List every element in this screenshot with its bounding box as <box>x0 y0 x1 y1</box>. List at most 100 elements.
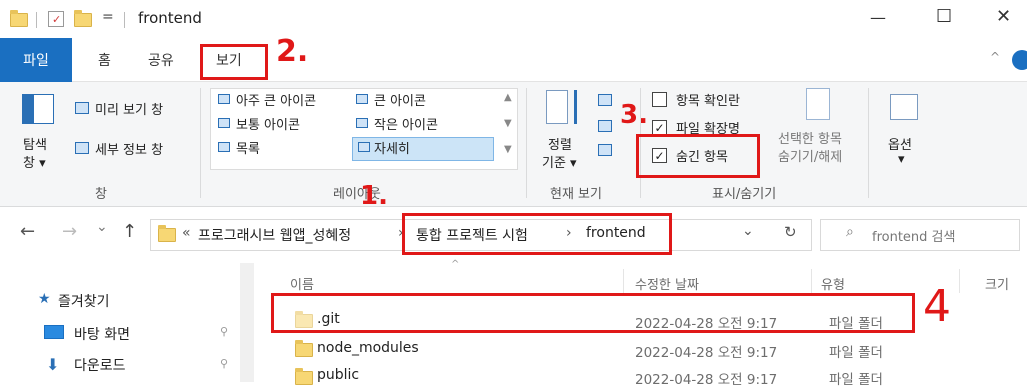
annotation-box-4 <box>271 293 915 333</box>
maximize-button[interactable]: ☐ <box>936 6 952 27</box>
sort-by-dropdown[interactable]: 기준 ▾ <box>542 152 577 171</box>
tab-home[interactable]: 홈 <box>98 38 111 82</box>
gallery-scroll-down-icon[interactable]: ▼ <box>504 118 512 129</box>
file-extensions-checkbox[interactable]: ✓ <box>652 120 667 135</box>
nav-item-desktop[interactable]: 바탕 화면 <box>74 324 130 344</box>
preview-pane-button[interactable]: 미리 보기 창 <box>95 99 163 118</box>
folder-icon <box>158 225 176 242</box>
annotation-label-3: 3. <box>620 100 648 130</box>
layout-details[interactable]: 자세히 <box>374 138 410 157</box>
medium-icons-icon <box>218 118 230 128</box>
back-button[interactable]: ← <box>20 221 35 242</box>
options-button[interactable]: 옵션 <box>888 134 912 153</box>
hide-selected-items-icon[interactable] <box>806 88 830 120</box>
sort-by-label[interactable]: 정렬 <box>548 134 572 153</box>
gallery-scroll-up-icon[interactable]: ▲ <box>504 92 512 103</box>
pin-icon[interactable]: ⚲ <box>220 357 228 370</box>
sort-by-icon[interactable] <box>546 90 568 124</box>
list-icon <box>218 142 230 152</box>
nav-item-downloads[interactable]: 다운로드 <box>74 355 126 375</box>
recent-locations-button[interactable]: ⌄ <box>96 219 108 235</box>
ribbon-tabs: 파일 홈 공유 보기 2. ^ <box>0 34 1027 82</box>
item-checkboxes-label[interactable]: 항목 확인란 <box>676 90 740 109</box>
up-button[interactable]: ↑ <box>122 221 137 242</box>
new-folder-icon[interactable] <box>74 10 92 27</box>
folder-icon <box>295 340 313 357</box>
divider <box>200 88 201 198</box>
annotation-box-2 <box>200 44 268 80</box>
details-icon <box>358 142 370 152</box>
layout-medium-icons[interactable]: 보통 아이콘 <box>236 114 300 133</box>
navigation-pane-label[interactable]: 탐색 <box>23 134 47 153</box>
hide-selected-items-label-2[interactable]: 숨기기/해제 <box>778 146 842 165</box>
annotation-label-1: 1. <box>360 181 388 211</box>
close-button[interactable]: ✕ <box>996 6 1011 27</box>
annotation-box-3 <box>636 134 760 178</box>
navigation-pane-icon[interactable] <box>22 94 54 124</box>
layout-extra-large-icons[interactable]: 아주 큰 아이콘 <box>236 90 316 109</box>
help-icon[interactable] <box>1012 50 1027 70</box>
tab-share[interactable]: 공유 <box>148 38 174 82</box>
group-by-icon[interactable] <box>598 94 612 106</box>
annotation-box-1 <box>402 213 672 255</box>
options-dropdown-icon[interactable]: ▾ <box>898 152 905 167</box>
divider <box>526 88 527 198</box>
item-checkboxes-checkbox[interactable] <box>652 92 667 107</box>
breadcrumb-item-1[interactable]: 프로그래시브 웹앱_성혜정 <box>198 225 351 245</box>
ribbon: 탐색 창 ▾ 미리 보기 창 세부 정보 창 창 아주 큰 아이콘 큰 아이콘 … <box>0 82 1027 207</box>
large-icons-icon <box>356 94 368 104</box>
gallery-expand-icon[interactable]: ▼ <box>504 144 512 155</box>
preview-pane-icon <box>75 102 89 114</box>
layout-small-icons[interactable]: 작은 아이콘 <box>374 114 438 133</box>
folder-icon <box>295 368 313 385</box>
nav-item-favorites[interactable]: 즐겨찾기 <box>58 291 110 311</box>
folder-icon <box>10 10 28 27</box>
layout-large-icons[interactable]: 큰 아이콘 <box>374 90 426 109</box>
star-icon: ★ <box>38 291 51 307</box>
navigation-pane-dropdown[interactable]: 창 ▾ <box>23 152 46 171</box>
layout-list[interactable]: 목록 <box>236 138 260 157</box>
divider <box>623 269 624 293</box>
column-header-size[interactable]: 크기 <box>985 274 1009 293</box>
address-dropdown-button[interactable]: ⌄ <box>742 223 754 239</box>
search-icon: ⌕ <box>846 224 854 240</box>
show-hide-group-label: 표시/숨기기 <box>712 187 777 202</box>
annotation-label-4: 4 <box>923 281 951 332</box>
nav-scrollbar[interactable] <box>240 263 254 382</box>
file-date: 2022-04-28 오전 9:17 <box>635 372 778 388</box>
properties-icon[interactable]: ✓ <box>48 11 64 27</box>
divider <box>811 269 812 293</box>
extra-large-icons-icon <box>218 94 230 104</box>
search-placeholder[interactable]: frontend 검색 <box>872 226 955 245</box>
divider <box>36 12 37 28</box>
tab-file[interactable]: 파일 <box>0 38 72 82</box>
ribbon-collapse-icon[interactable]: ^ <box>990 50 1000 64</box>
size-columns-icon[interactable] <box>598 144 612 156</box>
file-name[interactable]: node_modules <box>317 340 419 356</box>
breadcrumb-overflow[interactable]: « <box>182 225 191 241</box>
column-header-date[interactable]: 수정한 날짜 <box>635 274 699 293</box>
annotation-label-2: 2. <box>276 34 309 69</box>
title-bar: ✓ = frontend — ☐ ✕ <box>0 0 1027 38</box>
minimize-button[interactable]: — <box>870 8 886 27</box>
sort-indicator-icon: ^ <box>451 259 460 270</box>
forward-button[interactable]: → <box>62 221 77 242</box>
download-icon: ⬇ <box>46 355 60 374</box>
column-header-name[interactable]: 이름 <box>290 274 314 293</box>
options-icon[interactable] <box>890 94 918 120</box>
refresh-button[interactable]: ↻ <box>784 223 797 241</box>
small-icons-icon <box>356 118 368 128</box>
column-header-type[interactable]: 유형 <box>821 274 845 293</box>
pin-icon[interactable]: ⚲ <box>220 325 228 338</box>
quick-access-customize-icon[interactable]: = <box>102 9 114 25</box>
hide-selected-items-label[interactable]: 선택한 항목 <box>778 128 842 147</box>
table-row[interactable] <box>285 363 905 382</box>
file-list: ^ 이름 수정한 날짜 유형 크기 .git 2022-04-28 오전 9:1… <box>255 259 1027 388</box>
file-name[interactable]: public <box>317 367 359 383</box>
add-columns-icon[interactable] <box>598 120 612 132</box>
file-type: 파일 폴더 <box>829 345 883 361</box>
details-pane-button[interactable]: 세부 정보 창 <box>95 139 163 158</box>
file-date: 2022-04-28 오전 9:17 <box>635 345 778 361</box>
divider <box>868 88 869 198</box>
address-row: ← → ⌄ ↑ « 프로그래시브 웹앱_성혜정 › 통합 프로젝트 시험 › f… <box>0 181 1027 263</box>
